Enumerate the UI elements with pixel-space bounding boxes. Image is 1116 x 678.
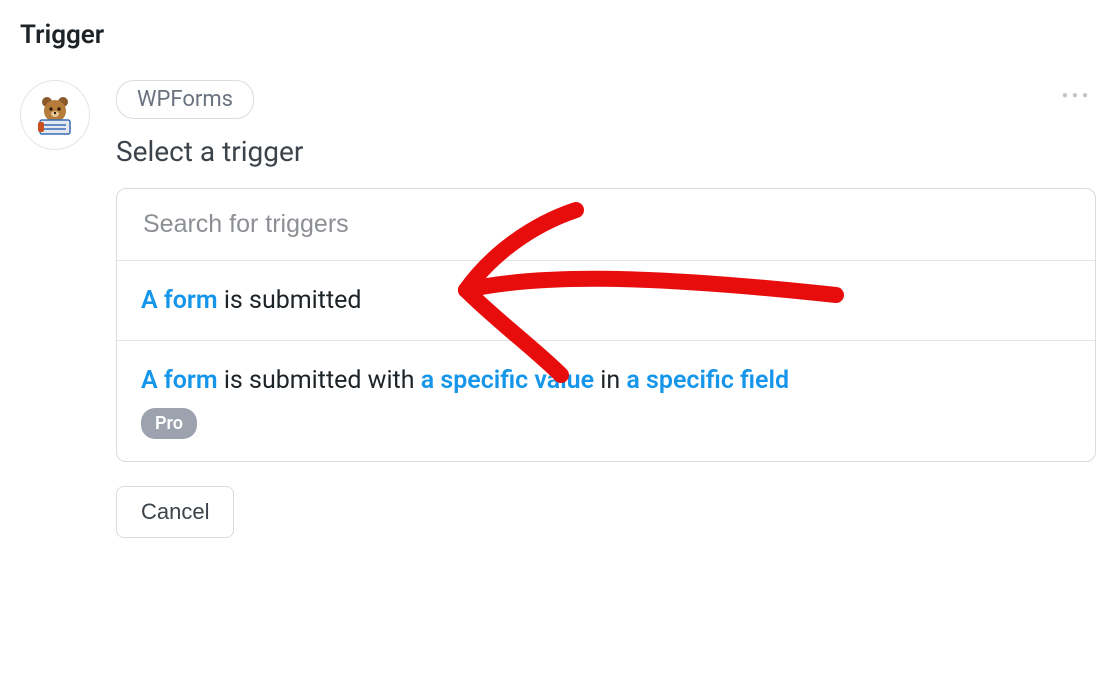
trigger-variable: a specific field	[626, 366, 789, 395]
trigger-option-form-submitted[interactable]: A form is submitted	[117, 261, 1095, 341]
select-trigger-subtitle: Select a trigger	[116, 135, 1096, 168]
trigger-variable: A form	[141, 366, 218, 395]
trigger-variable: A form	[141, 286, 218, 315]
search-row	[117, 189, 1095, 261]
trigger-text: is submitted	[218, 286, 362, 315]
integration-avatar	[20, 80, 90, 150]
trigger-text: is submitted with	[218, 366, 421, 395]
integration-pill[interactable]: WPForms	[116, 80, 254, 119]
wpforms-bear-icon	[34, 94, 76, 136]
trigger-option-form-submitted-specific[interactable]: A form is submitted with a specific valu…	[117, 341, 1095, 461]
cancel-button[interactable]: Cancel	[116, 486, 234, 538]
more-options-icon[interactable]: ●●●	[1058, 86, 1096, 105]
trigger-editor: ●●● WPForms Select a trigger A form is s…	[20, 80, 1096, 538]
search-input[interactable]	[141, 209, 1071, 240]
trigger-main-column: ●●● WPForms Select a trigger A form is s…	[116, 80, 1096, 538]
pro-badge: Pro	[141, 408, 197, 439]
trigger-dropdown: A form is submitted A form is submitted …	[116, 188, 1096, 462]
trigger-variable: a specific value	[421, 366, 594, 395]
page-title: Trigger	[20, 20, 1096, 50]
trigger-text: in	[594, 366, 626, 395]
